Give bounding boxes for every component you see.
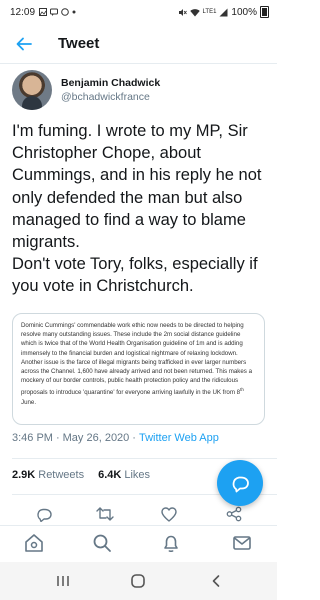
search-icon: [93, 534, 111, 552]
letter-superscript: th: [240, 387, 244, 393]
dot-notification-icon: [72, 10, 76, 14]
status-bar: 12:09 LTE1 100%: [0, 0, 277, 24]
retweets-label: Retweets: [38, 469, 85, 481]
page-title: Tweet: [58, 35, 100, 52]
tweet-text-paragraph: I'm fuming. I wrote to my MP, Sir Christ…: [12, 122, 262, 252]
like-button[interactable]: [157, 503, 181, 525]
retweet-icon: [96, 507, 114, 521]
tweet-date: May 26, 2020: [62, 432, 130, 444]
author-name[interactable]: Benjamin Chadwick: [61, 76, 160, 90]
meta-separator: ·: [55, 432, 60, 444]
tweet-text: I'm fuming. I wrote to my MP, Sir Christ…: [12, 120, 272, 298]
image-notification-icon: [39, 8, 48, 16]
avatar[interactable]: [12, 70, 52, 110]
nav-messages[interactable]: [231, 532, 253, 554]
retweet-button[interactable]: [93, 503, 117, 525]
signal-icon: [219, 8, 228, 16]
tweet-author[interactable]: Benjamin Chadwick @bchadwickfrance: [12, 70, 160, 110]
home-icon: [25, 534, 43, 552]
battery-icon: [260, 6, 269, 18]
likes-label: Likes: [124, 469, 151, 481]
bottom-nav: [0, 525, 277, 560]
app-header: Tweet: [0, 24, 277, 64]
nav-notifications[interactable]: [160, 532, 182, 554]
retweets-count: 2.9K: [12, 469, 36, 481]
nav-home[interactable]: [23, 532, 45, 554]
share-icon: [226, 506, 242, 522]
bell-icon: [164, 535, 178, 552]
reply-icon: [37, 508, 52, 522]
retweets-stat[interactable]: 2.9K Retweets: [12, 469, 84, 481]
letter-text-end: June.: [21, 398, 37, 406]
likes-count: 6.4K: [98, 469, 122, 481]
home-system-button[interactable]: [127, 570, 149, 592]
compose-icon: [232, 476, 249, 493]
status-time: 12:09: [10, 6, 36, 18]
author-handle[interactable]: @bchadwickfrance: [61, 90, 160, 104]
nav-search[interactable]: [91, 532, 113, 554]
battery-percent: 100%: [231, 6, 257, 18]
chat-notification-icon: [61, 8, 69, 16]
notification-icons: [39, 8, 76, 16]
network-label: LTE1: [202, 9, 217, 15]
tweet-text-paragraph: Don't vote Tory, folks, especially if yo…: [12, 255, 258, 296]
heart-icon: [161, 506, 177, 522]
home-circle-icon: [131, 574, 145, 588]
author-text: Benjamin Chadwick @bchadwickfrance: [61, 76, 160, 104]
status-left: 12:09: [10, 7, 76, 18]
wifi-icon: [189, 8, 200, 16]
meta-separator: ·: [132, 432, 136, 444]
chevron-left-icon: [212, 575, 220, 587]
share-button[interactable]: [222, 503, 246, 525]
likes-stat[interactable]: 6.4K Likes: [98, 469, 150, 481]
recent-apps-icon: [57, 576, 69, 586]
tweet-image[interactable]: Dominic Cummings' commendable work ethic…: [12, 313, 265, 425]
tweet-time: 3:46 PM: [12, 432, 53, 444]
divider: [12, 458, 277, 459]
mute-icon: [178, 8, 187, 16]
arrow-left-icon: [16, 37, 32, 50]
tweet-meta: 3:46 PM · May 26, 2020 · Twitter Web App: [12, 432, 219, 444]
letter-text: Dominic Cummings' commendable work ethic…: [21, 322, 252, 397]
tweet-stats: 2.9K Retweets 6.4K Likes: [12, 469, 150, 481]
reply-button[interactable]: [32, 503, 56, 525]
status-right: LTE1 100%: [178, 6, 269, 18]
compose-button[interactable]: [217, 460, 263, 506]
back-system-button[interactable]: [205, 570, 227, 592]
tweet-source-link[interactable]: Twitter Web App: [139, 432, 219, 444]
back-button[interactable]: [0, 24, 48, 64]
system-nav-bar: [0, 562, 277, 600]
message-notification-icon: [50, 8, 59, 16]
mail-icon: [233, 536, 251, 550]
recent-apps-button[interactable]: [52, 570, 74, 592]
tweet-actions: [0, 503, 277, 525]
